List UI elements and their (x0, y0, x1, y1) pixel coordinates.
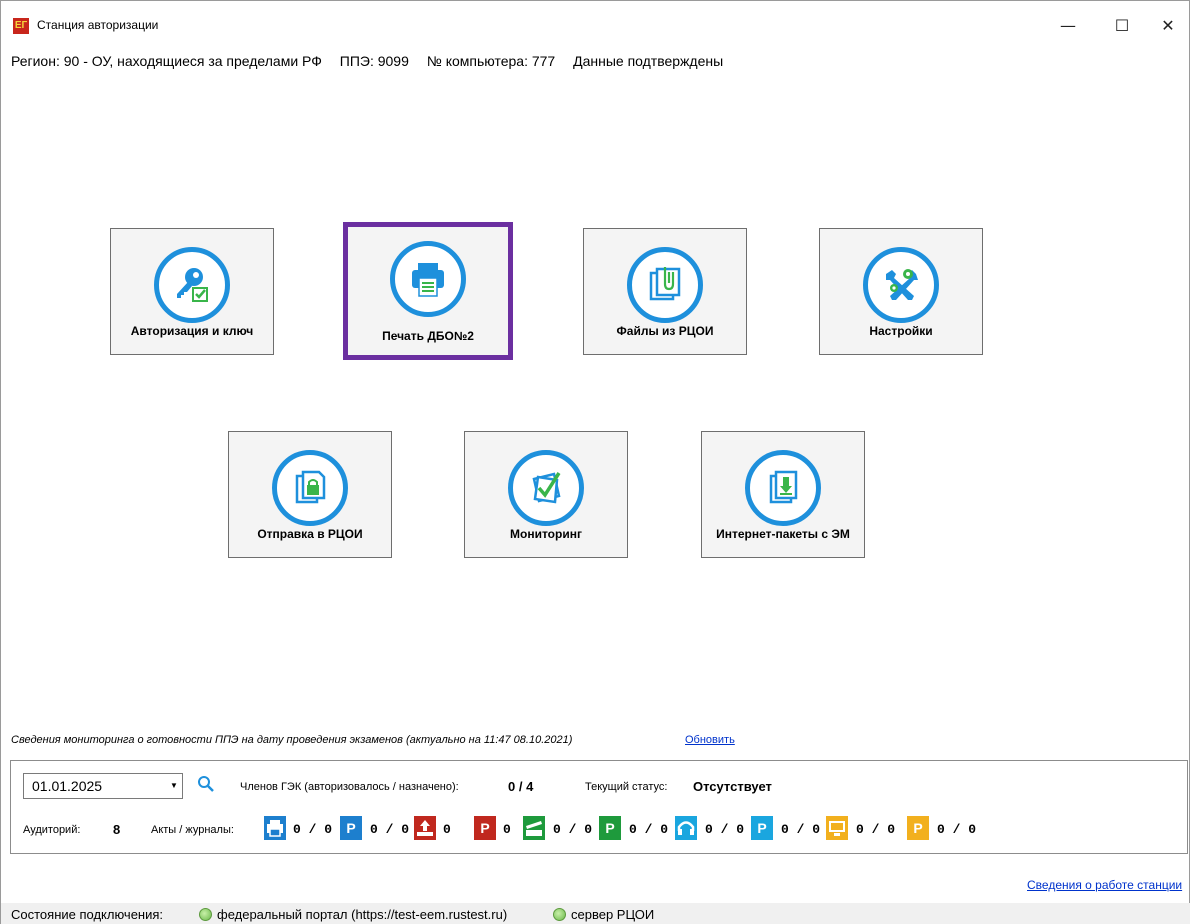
acts-value: 0 / 0 (781, 822, 821, 837)
rcoi-files-tile[interactable]: Файлы из РЦОИ (583, 228, 747, 355)
status-label: Текущий статус: (585, 781, 668, 793)
acts-value: 0 / 0 (937, 822, 977, 837)
scanner-icon[interactable] (523, 816, 545, 840)
status-ok-icon (553, 908, 566, 921)
acts-value: 0 / 0 (705, 822, 745, 837)
minimize-button[interactable]: — (1045, 11, 1091, 41)
checklist-icon (532, 472, 561, 504)
lock-documents-icon (295, 470, 326, 504)
connection-label: Состояние подключения: (11, 907, 164, 922)
search-icon[interactable] (197, 775, 215, 793)
auditorium-value: 8 (113, 822, 121, 837)
window-title: Станция авторизации (37, 18, 159, 32)
acts-value: 0 (503, 822, 511, 837)
status-bar: Состояние подключения: федеральный порта… (1, 903, 1190, 924)
refresh-link[interactable]: Обновить (685, 734, 735, 746)
tile-label: Интернет-пакеты с ЭМ (716, 527, 850, 541)
circle-frame (745, 450, 821, 526)
tile-label: Печать ДБО№2 (382, 329, 474, 343)
circle-frame (390, 241, 466, 317)
status-ok-icon (199, 908, 212, 921)
auditorium-label: Аудиторий: (23, 824, 81, 836)
chevron-down-icon[interactable]: ▼ (166, 774, 182, 798)
printer-icon (412, 263, 444, 297)
internet-packages-tile[interactable]: Интернет-пакеты с ЭМ (701, 431, 865, 558)
report-badge[interactable]: P (907, 816, 929, 840)
settings-tile[interactable]: Настройки (819, 228, 983, 355)
ppe-text: ППЭ: 9099 (339, 53, 409, 69)
upload-icon[interactable] (414, 816, 436, 840)
circle-frame (154, 247, 230, 323)
tile-label: Авторизация и ключ (130, 324, 254, 338)
app-logo-icon: ЕГ (13, 18, 29, 34)
print-icon[interactable] (264, 816, 286, 840)
computer-number-text: № компьютера: 777 (426, 53, 556, 69)
station-info-bar: Регион: 90 - ОУ, находящиеся за пределам… (11, 53, 737, 69)
send-rcoi-tile[interactable]: Отправка в РЦОИ (228, 431, 392, 558)
gek-value: 0 / 4 (508, 779, 534, 794)
key-check-icon (177, 268, 208, 302)
acts-value: 0 / 0 (856, 822, 896, 837)
close-button[interactable]: ✕ (1145, 11, 1190, 41)
region-text: Регион: 90 - ОУ, находящиеся за пределам… (11, 53, 322, 69)
monitor-icon[interactable] (826, 816, 848, 840)
auth-key-tile[interactable]: Авторизация и ключ (110, 228, 274, 355)
circle-frame (863, 247, 939, 323)
tile-label: Файлы из РЦОИ (616, 324, 714, 338)
federal-portal-status: федеральный портал (https://test-eem.rus… (217, 907, 508, 922)
date-select[interactable]: 01.01.2025 ▼ (23, 773, 183, 799)
tile-label: Отправка в РЦОИ (257, 527, 363, 541)
tile-label: Настройки (869, 324, 933, 338)
print-dbo-tile[interactable]: Печать ДБО№2 (343, 222, 513, 360)
gek-label: Членов ГЭК (авторизовалось / назначено): (240, 781, 459, 793)
circle-frame (508, 450, 584, 526)
monitoring-caption: Сведения мониторинга о готовности ППЭ на… (11, 734, 573, 746)
report-badge[interactable]: P (751, 816, 773, 840)
title-bar: ЕГ Станция авторизации — ☐ ✕ (1, 11, 1189, 41)
acts-value: 0 (443, 822, 451, 837)
report-badge[interactable]: P (599, 816, 621, 840)
tile-label: Мониторинг (510, 527, 582, 541)
rcoi-server-status: сервер РЦОИ (571, 907, 655, 922)
acts-value: 0 / 0 (629, 822, 669, 837)
wrench-gears-icon (886, 269, 918, 300)
circle-frame (272, 450, 348, 526)
station-info-link[interactable]: Сведения о работе станции (1027, 878, 1182, 892)
circle-frame (627, 247, 703, 323)
monitoring-tile[interactable]: Мониторинг (464, 431, 628, 558)
headset-icon[interactable] (675, 816, 697, 840)
maximize-button[interactable]: ☐ (1099, 11, 1145, 41)
report-badge[interactable]: P (474, 816, 496, 840)
status-value: Отсутствует (693, 779, 772, 794)
acts-label: Акты / журналы: (151, 824, 234, 836)
files-clip-icon (649, 267, 681, 301)
report-badge[interactable]: P (340, 816, 362, 840)
download-documents-icon (769, 470, 798, 504)
data-status-text: Данные подтверждены (573, 53, 724, 69)
app-window: ЕГ Станция авторизации — ☐ ✕ Регион: 90 … (0, 0, 1190, 924)
acts-value: 0 / 0 (370, 822, 410, 837)
date-value: 01.01.2025 (32, 778, 103, 794)
acts-value: 0 / 0 (293, 822, 333, 837)
acts-value: 0 / 0 (553, 822, 593, 837)
